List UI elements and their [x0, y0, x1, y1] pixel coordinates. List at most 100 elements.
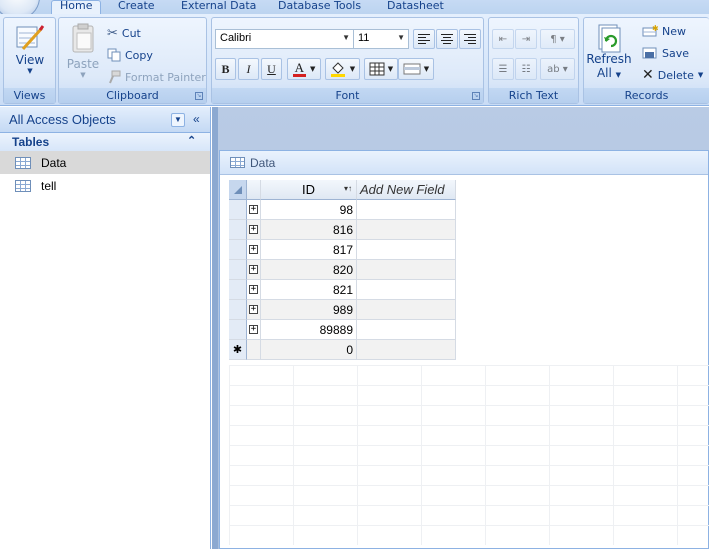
table-row[interactable]: + 820 [229, 260, 456, 280]
row-selector[interactable] [229, 240, 247, 260]
id-cell[interactable]: 989 [261, 300, 357, 320]
clipboard-launcher-icon[interactable]: ↘ [195, 92, 203, 100]
row-selector[interactable] [229, 260, 247, 280]
clipboard-group-label: Clipboard [59, 88, 206, 103]
new-field-cell[interactable] [357, 300, 456, 320]
id-cell[interactable]: 816 [261, 220, 357, 240]
select-all-corner[interactable] [229, 180, 247, 200]
sort-filter-icon[interactable]: ▾↑ [344, 184, 352, 193]
expander-header [247, 180, 261, 200]
nav-item-data[interactable]: Data [0, 151, 210, 174]
font-size-combo[interactable]: 11 ▼ [353, 29, 409, 49]
highlight-button[interactable]: ab ▾ [540, 58, 575, 80]
subdatasheet-expander[interactable]: + [247, 260, 261, 280]
bulleted-list-button[interactable]: ☷ [515, 58, 537, 80]
increase-indent-button[interactable]: ⇥ [515, 29, 537, 49]
copy-button[interactable]: Copy [107, 46, 153, 64]
column-header-id[interactable]: ID ▾↑ [261, 180, 357, 200]
id-cell[interactable]: 817 [261, 240, 357, 260]
nav-header[interactable]: All Access Objects ▼ « [0, 107, 210, 133]
numbered-list-button[interactable]: ☰ [492, 58, 514, 80]
row-selector[interactable] [229, 220, 247, 240]
subdatasheet-expander[interactable]: + [247, 300, 261, 320]
table-row[interactable]: + 98 [229, 200, 456, 220]
table-row[interactable]: + 817 [229, 240, 456, 260]
id-cell[interactable]: 820 [261, 260, 357, 280]
id-cell[interactable]: 0 [261, 340, 357, 360]
refresh-all-button[interactable]: Refresh All ▼ [586, 23, 632, 85]
paste-label: Paste [66, 57, 100, 71]
font-color-icon: A [292, 59, 306, 77]
paragraph-direction-button[interactable]: ¶ ▾ [540, 29, 575, 49]
refresh-label-line2: All ▼ [586, 66, 632, 80]
format-painter-button[interactable]: Format Painter [107, 68, 206, 86]
font-color-button[interactable]: A ▼ [287, 58, 321, 80]
new-field-cell[interactable] [357, 320, 456, 340]
tab-database-tools[interactable]: Database Tools [278, 0, 361, 14]
collapse-group-icon[interactable]: ⌃ [187, 134, 196, 147]
workspace-splitter[interactable] [212, 107, 218, 549]
id-cell[interactable]: 89889 [261, 320, 357, 340]
new-field-cell[interactable] [357, 280, 456, 300]
italic-button[interactable]: I [238, 58, 259, 80]
id-value: 0 [346, 342, 353, 357]
table-row[interactable]: + 89889 [229, 320, 456, 340]
new-record-row[interactable]: ✱ 0 [229, 340, 456, 360]
new-field-cell[interactable] [357, 220, 456, 240]
fill-color-button[interactable]: ▼ [325, 58, 360, 80]
column-header-add-new-field[interactable]: Add New Field [357, 180, 456, 200]
nav-group-tables[interactable]: Tables ⌃ [0, 133, 210, 151]
new-field-cell[interactable] [357, 340, 456, 360]
row-selector[interactable] [229, 320, 247, 340]
save-button[interactable]: Save [642, 44, 689, 62]
row-selector[interactable] [229, 280, 247, 300]
gridlines-button[interactable]: ▼ [364, 58, 398, 80]
expand-plus-icon: + [249, 204, 258, 214]
nav-collapse-icon[interactable]: « [193, 112, 200, 126]
table-row[interactable]: + 989 [229, 300, 456, 320]
row-selector[interactable] [229, 300, 247, 320]
id-cell[interactable]: 98 [261, 200, 357, 220]
tab-external-data[interactable]: External Data [181, 0, 256, 14]
new-record-selector[interactable]: ✱ [229, 340, 247, 360]
nav-item-tell[interactable]: tell [0, 174, 210, 197]
bold-button[interactable]: B [215, 58, 236, 80]
align-center-button[interactable] [436, 29, 458, 49]
delete-button[interactable]: ✕ Delete ▼ [642, 66, 703, 84]
paste-button[interactable]: Paste ▼ [65, 22, 101, 84]
align-right-button[interactable] [459, 29, 481, 49]
subdatasheet-expander[interactable]: + [247, 240, 261, 260]
row-selector[interactable] [229, 200, 247, 220]
subdatasheet-expander[interactable]: + [247, 320, 261, 340]
nav-dropdown-icon[interactable]: ▼ [171, 113, 185, 127]
align-left-button[interactable] [413, 29, 435, 49]
cut-button[interactable]: ✂ Cut [107, 24, 141, 42]
font-name-dropdown-icon: ▼ [342, 33, 350, 42]
tab-create[interactable]: Create [118, 0, 155, 14]
underline-button[interactable]: U [261, 58, 282, 80]
id-value: 98 [339, 202, 353, 217]
paste-dropdown-icon: ▼ [80, 71, 86, 79]
alternate-fill-button[interactable]: ▼ [398, 58, 434, 80]
datasheet-tab[interactable]: Data [220, 151, 708, 175]
subdatasheet-expander[interactable]: + [247, 220, 261, 240]
new-field-cell[interactable] [357, 240, 456, 260]
font-name-combo[interactable]: Calibri ▼ [215, 29, 354, 49]
new-record-button[interactable]: ✱ New [642, 22, 686, 40]
save-label: Save [662, 46, 690, 60]
new-field-cell[interactable] [357, 260, 456, 280]
font-launcher-icon[interactable]: ↘ [472, 92, 480, 100]
subdatasheet-expander[interactable]: + [247, 200, 261, 220]
align-right-icon [464, 34, 476, 44]
new-field-cell[interactable] [357, 200, 456, 220]
id-cell[interactable]: 821 [261, 280, 357, 300]
fill-bucket-icon [330, 62, 345, 77]
view-button[interactable]: View ▼ [8, 22, 52, 82]
decrease-indent-button[interactable]: ⇤ [492, 29, 514, 49]
select-all-icon [233, 185, 242, 194]
table-row[interactable]: + 821 [229, 280, 456, 300]
subdatasheet-expander[interactable]: + [247, 280, 261, 300]
tab-datasheet[interactable]: Datasheet [387, 0, 444, 14]
table-row[interactable]: + 816 [229, 220, 456, 240]
table-icon [15, 179, 31, 192]
